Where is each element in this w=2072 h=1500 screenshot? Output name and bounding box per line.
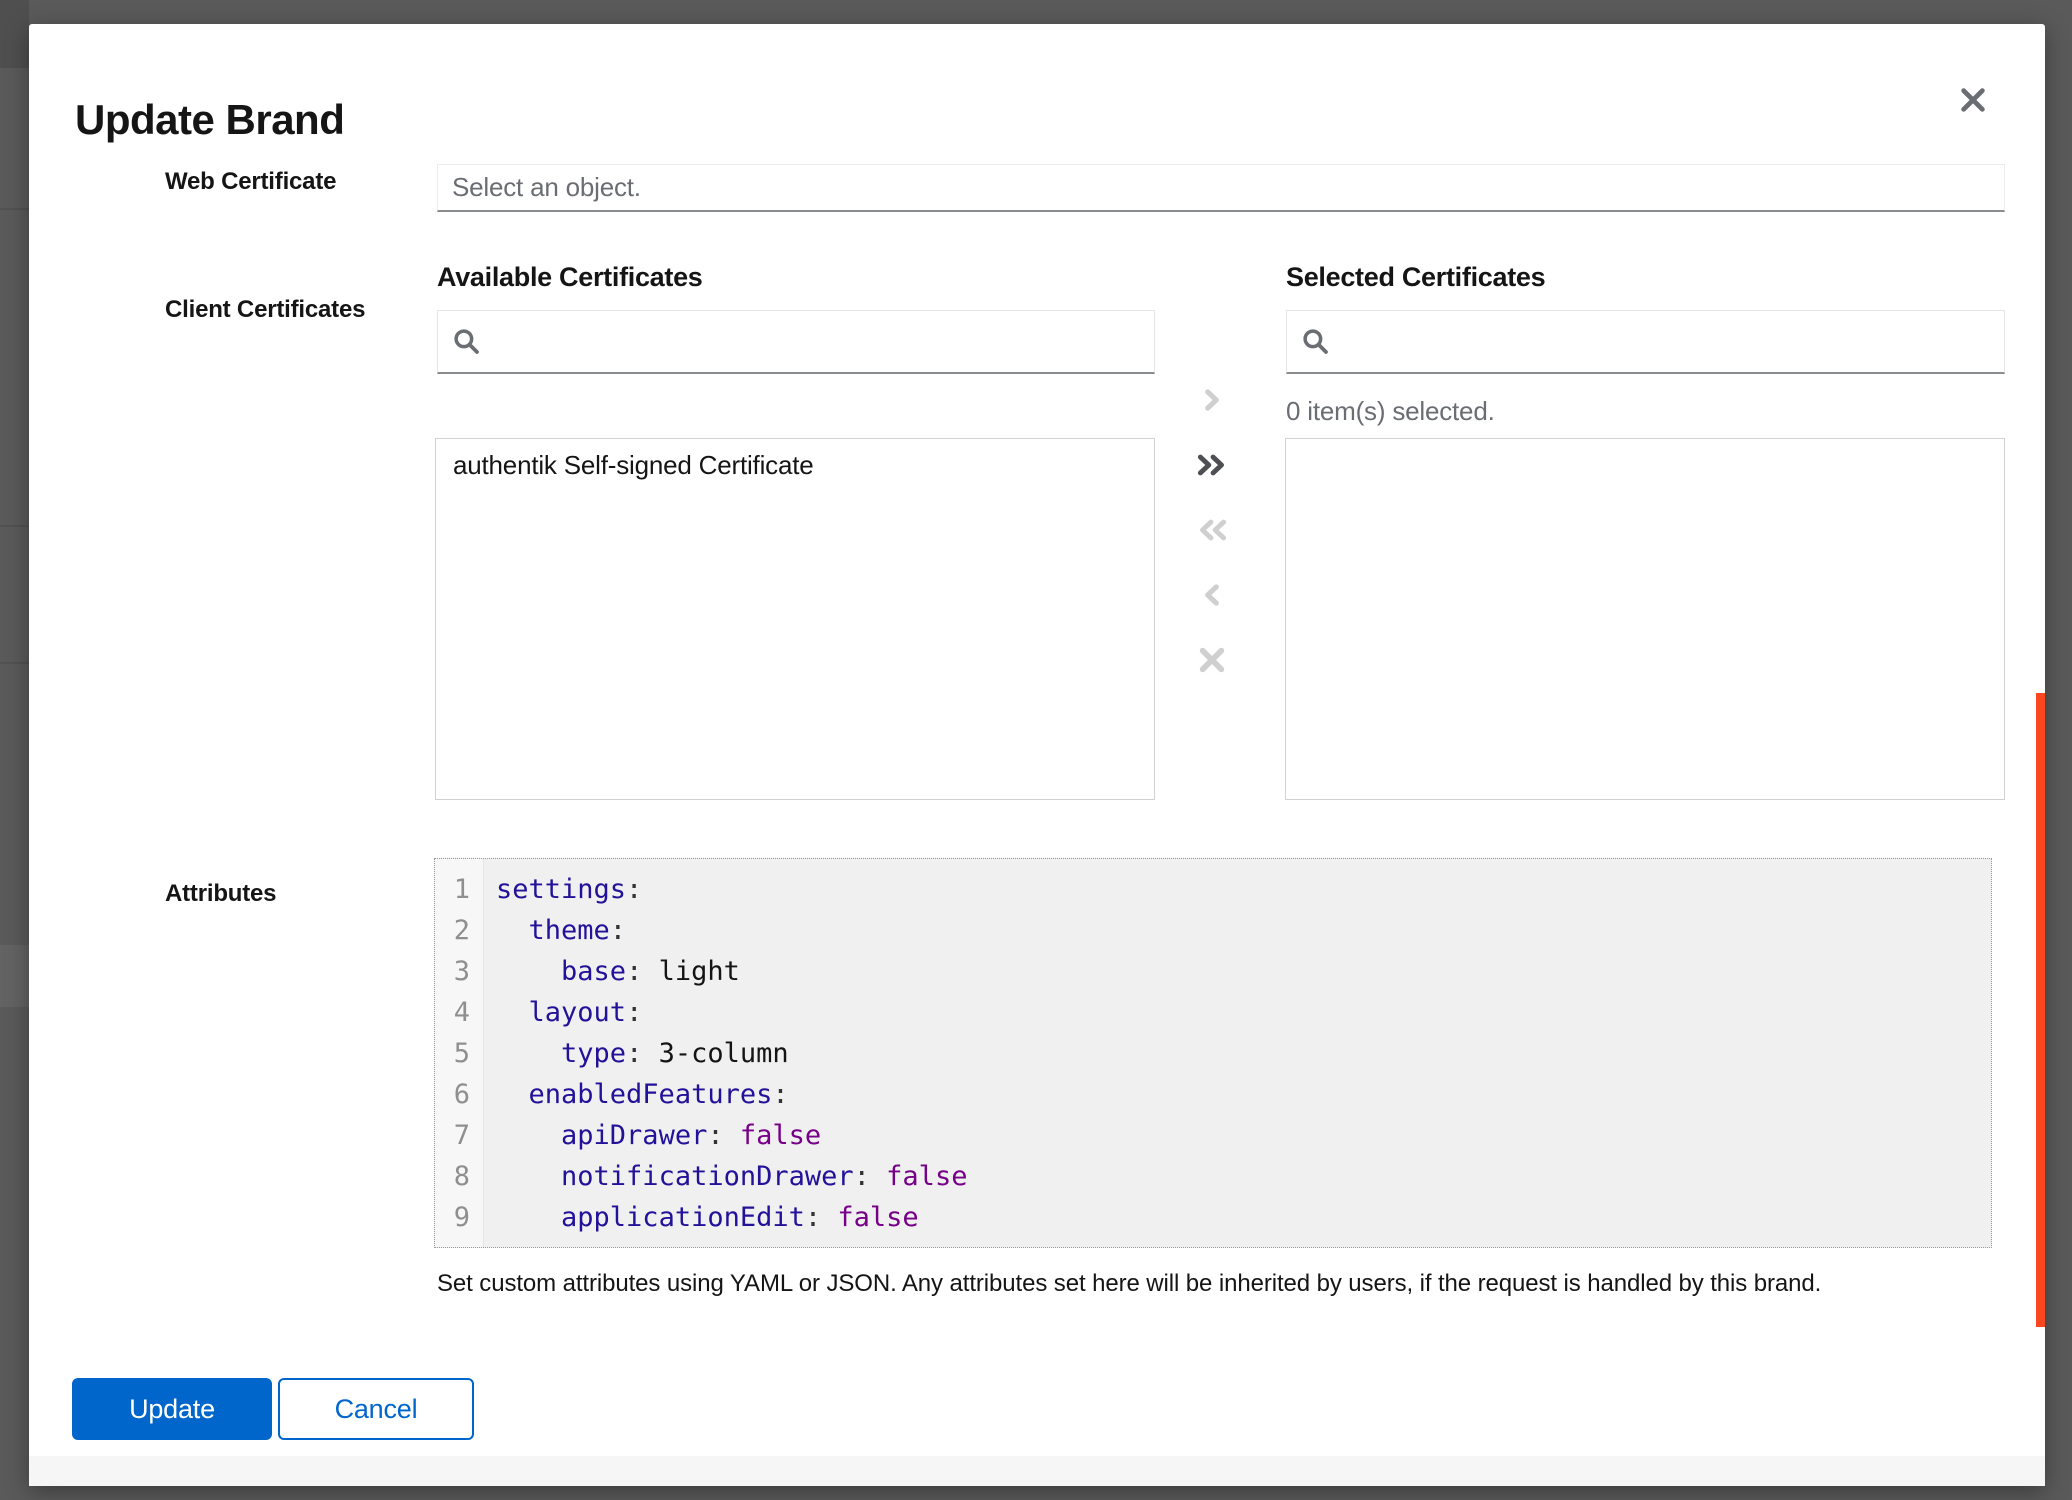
close-icon[interactable]: [1949, 76, 1997, 124]
available-certificates-list[interactable]: authentik Self-signed Certificate: [435, 438, 1155, 800]
transfer-controls: [1184, 374, 1240, 699]
attributes-label: Attributes: [165, 880, 276, 908]
double-chevron-left-icon: [1194, 517, 1230, 543]
chevron-left-icon: [1199, 582, 1225, 608]
client-certificates-label: Client Certificates: [165, 296, 365, 324]
background-page-remnant: [0, 945, 29, 1007]
move-all-left-button[interactable]: [1184, 504, 1240, 556]
search-icon: [1301, 327, 1331, 357]
line-number: 3: [435, 951, 483, 992]
code-line: 7 apiDrawer: false: [435, 1115, 1991, 1156]
update-button[interactable]: Update: [72, 1378, 272, 1440]
code-line: 9 applicationEdit: false: [435, 1197, 1991, 1238]
web-certificate-select[interactable]: [437, 164, 2005, 212]
code-line: 6 enabledFeatures:: [435, 1074, 1991, 1115]
code-line: 4 layout:: [435, 992, 1991, 1033]
list-item[interactable]: authentik Self-signed Certificate: [436, 439, 1154, 492]
red-accent-bar: [2036, 693, 2045, 1327]
background-separator: [0, 208, 29, 210]
selected-search-input[interactable]: [1343, 325, 1990, 358]
attributes-code-editor[interactable]: 1settings:2 theme:3 base: light4 layout:…: [434, 858, 1992, 1248]
line-number: 2: [435, 910, 483, 951]
line-number: 9: [435, 1197, 483, 1238]
available-certificates-search[interactable]: [437, 310, 1155, 374]
web-certificate-label: Web Certificate: [165, 168, 336, 196]
selected-certificates-list[interactable]: [1285, 438, 2005, 800]
modal-title: Update Brand: [75, 96, 344, 144]
selected-count-status: 0 item(s) selected.: [1286, 396, 1495, 427]
line-number: 4: [435, 992, 483, 1033]
line-number: 1: [435, 869, 483, 910]
double-chevron-right-icon: [1194, 452, 1230, 478]
line-number: 7: [435, 1115, 483, 1156]
times-icon: [1197, 645, 1227, 675]
available-certificates-title: Available Certificates: [437, 262, 703, 293]
move-selected-left-button[interactable]: [1184, 569, 1240, 621]
line-number: 5: [435, 1033, 483, 1074]
code-line: 8 notificationDrawer: false: [435, 1156, 1991, 1197]
selected-certificates-title: Selected Certificates: [1286, 262, 1545, 293]
line-number: 6: [435, 1074, 483, 1115]
code-line: 3 base: light: [435, 951, 1991, 992]
available-search-input[interactable]: [494, 325, 1140, 358]
attributes-help-text: Set custom attributes using YAML or JSON…: [437, 1270, 2007, 1298]
background-separator: [0, 525, 29, 527]
background-page-remnant: [0, 0, 29, 68]
cancel-button[interactable]: Cancel: [278, 1378, 474, 1440]
code-line: 1settings:: [435, 869, 1991, 910]
code-line: 5 type: 3-column: [435, 1033, 1991, 1074]
screen: { "colors": { "primary_blue": "#0066cc",…: [0, 0, 2072, 1500]
move-all-right-button[interactable]: [1184, 439, 1240, 491]
code-line: 2 theme:: [435, 910, 1991, 951]
clear-selection-button[interactable]: [1184, 634, 1240, 686]
background-separator: [0, 662, 29, 664]
selected-certificates-search[interactable]: [1286, 310, 2005, 374]
update-brand-modal: Update Brand Web Certificate Client Cert…: [29, 24, 2045, 1486]
chevron-right-icon: [1199, 387, 1225, 413]
modal-footer-strip: [29, 1456, 2045, 1486]
search-icon: [452, 327, 482, 357]
line-number: 8: [435, 1156, 483, 1197]
move-selected-right-button[interactable]: [1184, 374, 1240, 426]
